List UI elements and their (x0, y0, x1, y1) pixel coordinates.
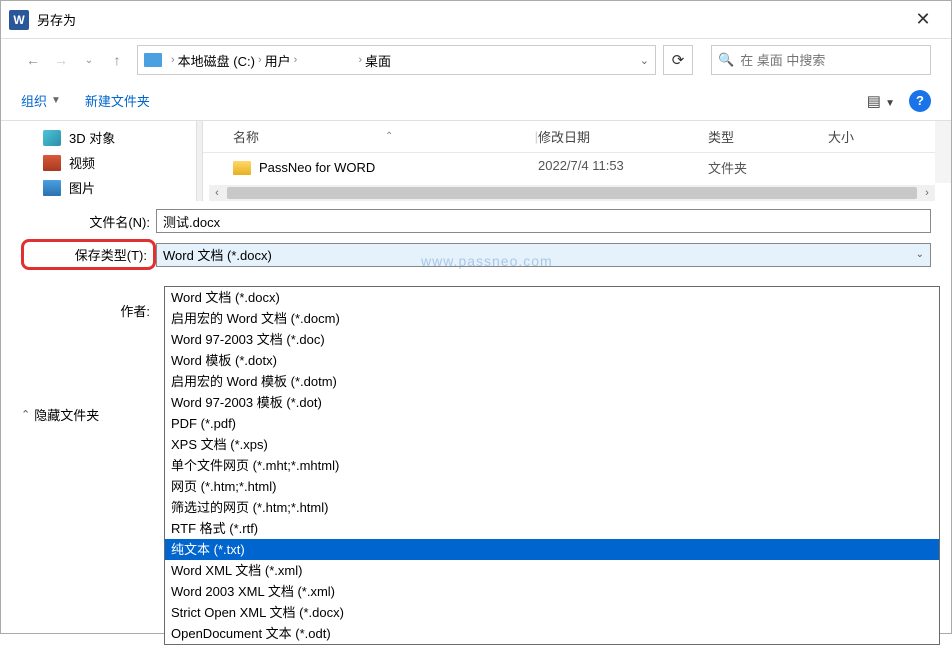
scroll-left-icon[interactable]: ‹ (209, 187, 225, 199)
savetype-option[interactable]: 启用宏的 Word 模板 (*.dotm) (165, 371, 939, 392)
savetype-option[interactable]: Word 文档 (*.docx) (165, 287, 939, 308)
column-header-size[interactable]: 大小 (828, 127, 908, 146)
search-input[interactable] (740, 53, 924, 68)
scroll-right-icon[interactable]: › (919, 187, 935, 199)
savetype-option[interactable]: PDF (*.pdf) (165, 413, 939, 434)
column-header-name[interactable]: 名称 ⌃ | (203, 127, 538, 146)
file-date: 2022/7/4 11:53 (538, 158, 708, 177)
filename-label: 文件名(N): (21, 212, 156, 231)
savetype-option[interactable]: Word 模板 (*.dotx) (165, 350, 939, 371)
savetype-option[interactable]: Word 97-2003 模板 (*.dot) (165, 392, 939, 413)
organize-label: 组织 (21, 91, 47, 110)
splitter[interactable] (196, 121, 203, 201)
column-header-date[interactable]: 修改日期 (538, 127, 708, 146)
breadcrumb[interactable]: › 本地磁盘 (C:) › 用户 › › 桌面 ⌄ (137, 45, 656, 75)
table-row[interactable]: PassNeo for WORD 2022/7/4 11:53 文件夹 (203, 153, 951, 182)
sort-asc-icon: ⌃ (385, 131, 393, 142)
window-title: 另存为 (37, 10, 76, 29)
up-button[interactable]: ↑ (105, 48, 129, 72)
chevron-right-icon: › (171, 54, 175, 66)
breadcrumb-seg[interactable]: 桌面 (365, 51, 391, 70)
hide-folders-button[interactable]: ⌃ 隐藏文件夹 (21, 405, 99, 424)
breadcrumb-seg[interactable]: 用户 (265, 51, 291, 70)
savetype-option[interactable]: Word XML 文档 (*.xml) (165, 560, 939, 581)
organize-button[interactable]: 组织 ▼ (21, 91, 61, 110)
video-icon (43, 155, 61, 171)
newfolder-label: 新建文件夹 (85, 91, 150, 110)
search-icon: 🔍 (718, 52, 734, 68)
search-box[interactable]: 🔍 (711, 45, 931, 75)
chevron-down-icon: ⌄ (916, 249, 924, 260)
folder-icon (233, 161, 251, 175)
newfolder-button[interactable]: 新建文件夹 (85, 91, 150, 110)
chevron-right-icon: › (294, 54, 298, 66)
file-type: 文件夹 (708, 158, 828, 177)
back-button[interactable]: ← (21, 48, 45, 72)
file-list: 名称 ⌃ | 修改日期 类型 大小 PassNeo for WORD 2022/… (203, 121, 951, 201)
savetype-value: Word 文档 (*.docx) (163, 245, 272, 264)
sidebar-item-label: 3D 对象 (69, 128, 115, 147)
savetype-label: 保存类型(T): (21, 239, 156, 270)
savetype-option[interactable]: XPS 文档 (*.xps) (165, 434, 939, 455)
savetype-dropdown: Word 文档 (*.docx)启用宏的 Word 文档 (*.docm)Wor… (164, 286, 940, 645)
author-label: 作者: (21, 301, 156, 320)
view-options-button[interactable]: ▤ ▼ (867, 92, 895, 110)
drive-icon (144, 53, 162, 67)
savetype-option[interactable]: 网页 (*.htm;*.html) (165, 476, 939, 497)
scroll-thumb[interactable] (227, 187, 917, 199)
breadcrumb-seg[interactable]: 本地磁盘 (C:) (178, 51, 255, 70)
recent-dropdown[interactable]: ⌄ (77, 48, 101, 72)
app-icon: W (9, 10, 29, 30)
chevron-down-icon[interactable]: ⌄ (640, 54, 649, 67)
filename-input[interactable] (156, 209, 931, 233)
sidebar-item-3dobjects[interactable]: 3D 对象 (1, 125, 196, 150)
savetype-option[interactable]: Word 97-2003 文档 (*.doc) (165, 329, 939, 350)
horizontal-scrollbar[interactable]: ‹ › (209, 185, 935, 201)
forward-button[interactable]: → (49, 48, 73, 72)
sidebar-item-label: 图片 (69, 178, 95, 197)
chevron-right-icon: › (258, 54, 262, 66)
close-icon[interactable]: ✕ (903, 9, 943, 30)
savetype-option[interactable]: 筛选过的网页 (*.htm;*.html) (165, 497, 939, 518)
savetype-option[interactable]: 启用宏的 Word 文档 (*.docm) (165, 308, 939, 329)
savetype-option[interactable]: Strict Open XML 文档 (*.docx) (165, 602, 939, 623)
hide-folders-label: 隐藏文件夹 (34, 405, 99, 424)
chevron-right-icon: › (358, 54, 362, 66)
chevron-down-icon: ▼ (51, 95, 61, 106)
sidebar-item-videos[interactable]: 视频 (1, 150, 196, 175)
savetype-option[interactable]: RTF 格式 (*.rtf) (165, 518, 939, 539)
help-icon[interactable]: ? (909, 90, 931, 112)
chevron-up-icon: ⌃ (21, 408, 30, 421)
vertical-scrollbar[interactable] (935, 121, 951, 183)
sidebar-item-label: 视频 (69, 153, 95, 172)
savetype-option[interactable]: Word 2003 XML 文档 (*.xml) (165, 581, 939, 602)
pictures-icon (43, 180, 61, 196)
sidebar-item-pictures[interactable]: 图片 (1, 175, 196, 200)
savetype-option[interactable]: 单个文件网页 (*.mht;*.mhtml) (165, 455, 939, 476)
savetype-option[interactable]: 纯文本 (*.txt) (165, 539, 939, 560)
sidebar: 3D 对象 视频 图片 (1, 121, 196, 201)
savetype-select[interactable]: Word 文档 (*.docx) ⌄ (156, 243, 931, 267)
refresh-button[interactable]: ⟳ (663, 45, 693, 75)
file-name: PassNeo for WORD (259, 160, 375, 175)
3d-objects-icon (43, 130, 61, 146)
column-header-type[interactable]: 类型 (708, 127, 828, 146)
